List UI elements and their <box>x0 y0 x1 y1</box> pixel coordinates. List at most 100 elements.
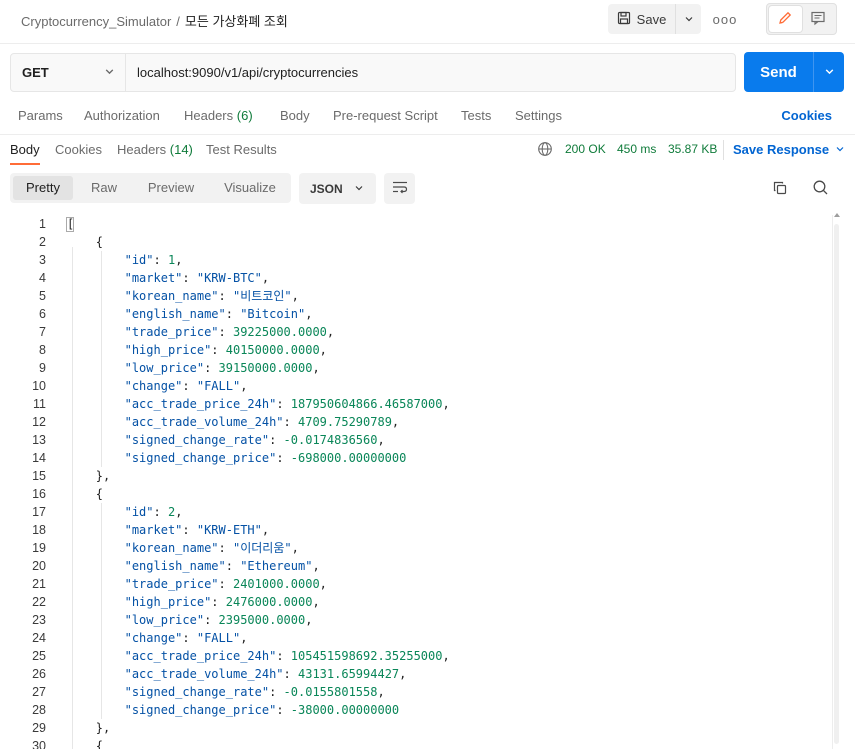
json-value: 105451598692.35255000 <box>290 649 443 663</box>
code-line: 3 "id": 1, <box>0 251 830 269</box>
json-comma: , <box>305 307 313 321</box>
json-key: "korean_name" <box>124 289 219 303</box>
json-key: "change" <box>124 631 183 645</box>
tab-pre-request-script[interactable]: Pre-request Script <box>333 108 438 123</box>
json-key: "change" <box>124 379 183 393</box>
save-icon <box>617 11 631 28</box>
url-input[interactable]: localhost:9090/v1/api/cryptocurrencies <box>126 54 735 91</box>
json-comma: , <box>442 649 450 663</box>
wrap-lines-button[interactable] <box>384 173 415 204</box>
headers-count: (6) <box>236 108 253 123</box>
scrollbar-thumb[interactable] <box>834 224 839 744</box>
method-label: GET <box>22 65 49 80</box>
view-visualize-button[interactable]: Visualize <box>211 176 289 200</box>
code-text: "id": 2, <box>125 503 183 521</box>
code-line: 23 "low_price": 2395000.0000, <box>0 611 830 629</box>
send-dropdown-button[interactable] <box>814 52 844 92</box>
save-button[interactable]: Save <box>608 4 676 34</box>
response-tab-cookies[interactable]: Cookies <box>55 142 102 157</box>
code-text: "market": "KRW-ETH", <box>125 521 270 539</box>
json-key: "signed_change_rate" <box>124 433 270 447</box>
json-value: -0.0174836560 <box>283 433 378 447</box>
json-comma: , <box>326 325 335 339</box>
scroll-up-arrow-icon[interactable] <box>834 213 840 217</box>
json-punctuation: { <box>95 235 104 249</box>
line-number: 11 <box>33 397 46 411</box>
code-text: "acc_trade_price_24h": 105451598692.3525… <box>125 647 450 665</box>
pencil-icon <box>777 10 793 29</box>
line-number: 2 <box>39 235 46 249</box>
code-text: "signed_change_price": -38000.00000000 <box>125 701 400 719</box>
view-preview-button[interactable]: Preview <box>135 176 207 200</box>
json-key: "low_price" <box>124 613 205 627</box>
tab-headers[interactable]: Headers (6) <box>184 108 253 123</box>
json-value: 39225000.0000 <box>232 325 327 339</box>
code-line: 26 "acc_trade_volume_24h": 43131.65994427… <box>0 665 830 683</box>
tab-params[interactable]: Params <box>18 108 63 123</box>
send-button[interactable]: Send <box>744 52 814 92</box>
tab-authorization[interactable]: Authorization <box>84 108 160 123</box>
code-text: { <box>96 485 103 503</box>
response-tab-test-results[interactable]: Test Results <box>206 142 277 157</box>
comment-mode-button[interactable] <box>802 6 835 32</box>
status-code[interactable]: 200 OK <box>565 142 606 156</box>
json-value: 40150000.0000 <box>225 343 320 357</box>
code-text: "trade_price": 39225000.0000, <box>125 323 335 341</box>
copy-button[interactable] <box>769 178 791 200</box>
code-line: 29}, <box>0 719 830 737</box>
code-line: 21 "trade_price": 2401000.0000, <box>0 575 830 593</box>
active-tab-indicator <box>10 163 40 165</box>
method-select[interactable]: GET <box>11 54 126 91</box>
json-key: "id" <box>124 505 154 519</box>
json-value: "FALL" <box>196 631 241 645</box>
copy-icon <box>772 180 788 199</box>
tab-settings[interactable]: Settings <box>515 108 562 123</box>
line-number: 10 <box>32 379 46 393</box>
response-tab-body[interactable]: Body <box>10 142 40 157</box>
tab-body[interactable]: Body <box>280 108 310 123</box>
response-body-editor[interactable]: 1[2{3 "id": 1, 4 "market": "KRW-BTC", 5 "kore… <box>0 215 855 749</box>
json-key: "korean_name" <box>124 541 219 555</box>
save-response-label: Save Response <box>733 142 830 157</box>
tab-tests[interactable]: Tests <box>461 108 491 123</box>
save-dropdown-button[interactable] <box>676 4 701 34</box>
request-tabs: Params Authorization Headers (6) Body Pr… <box>0 108 855 130</box>
request-url-bar: GET localhost:9090/v1/api/cryptocurrenci… <box>10 53 736 92</box>
view-raw-button[interactable]: Raw <box>77 176 131 200</box>
format-select[interactable]: JSON <box>299 173 376 204</box>
edit-mode-button[interactable] <box>769 6 802 32</box>
json-colon: : <box>204 361 219 375</box>
json-key: "signed_change_price" <box>124 451 277 465</box>
wrap-lines-icon <box>391 179 409 198</box>
json-colon: : <box>225 307 241 321</box>
json-key: "signed_change_rate" <box>124 685 270 699</box>
response-tab-headers[interactable]: Headers (14) <box>117 142 193 157</box>
line-number: 3 <box>39 253 46 267</box>
json-comma: , <box>377 685 385 699</box>
json-comma: , <box>312 361 320 375</box>
line-number: 27 <box>32 685 46 699</box>
response-size[interactable]: 35.87 KB <box>668 142 717 156</box>
code-text: "id": 1, <box>125 251 183 269</box>
json-key: "high_price" <box>124 343 212 357</box>
code-line: 4 "market": "KRW-BTC", <box>0 269 830 287</box>
json-value: "FALL" <box>196 379 241 393</box>
cookies-link[interactable]: Cookies <box>781 108 832 123</box>
json-comma: , <box>240 631 248 645</box>
view-pretty-button[interactable]: Pretty <box>13 176 73 200</box>
view-mode-toggle <box>766 3 837 35</box>
code-line: 8 "high_price": 40150000.0000, <box>0 341 830 359</box>
more-options-button[interactable]: ooo <box>712 8 738 30</box>
json-colon: : <box>153 253 168 267</box>
response-time[interactable]: 450 ms <box>617 142 656 156</box>
save-response-button[interactable]: Save Response <box>733 142 845 157</box>
search-button[interactable] <box>809 178 831 200</box>
json-colon: : <box>276 649 291 663</box>
code-text: "trade_price": 2401000.0000, <box>125 575 327 593</box>
json-colon: : <box>211 343 226 357</box>
breadcrumb-collection[interactable]: Cryptocurrency_Simulator <box>21 14 171 29</box>
code-text: "acc_trade_volume_24h": 4709.75290789, <box>125 413 400 431</box>
breadcrumb-request-name[interactable]: 모든 가상화폐 조회 <box>185 14 288 29</box>
code-line: 19 "korean_name": "이더리움", <box>0 539 830 557</box>
globe-icon[interactable] <box>537 141 553 160</box>
